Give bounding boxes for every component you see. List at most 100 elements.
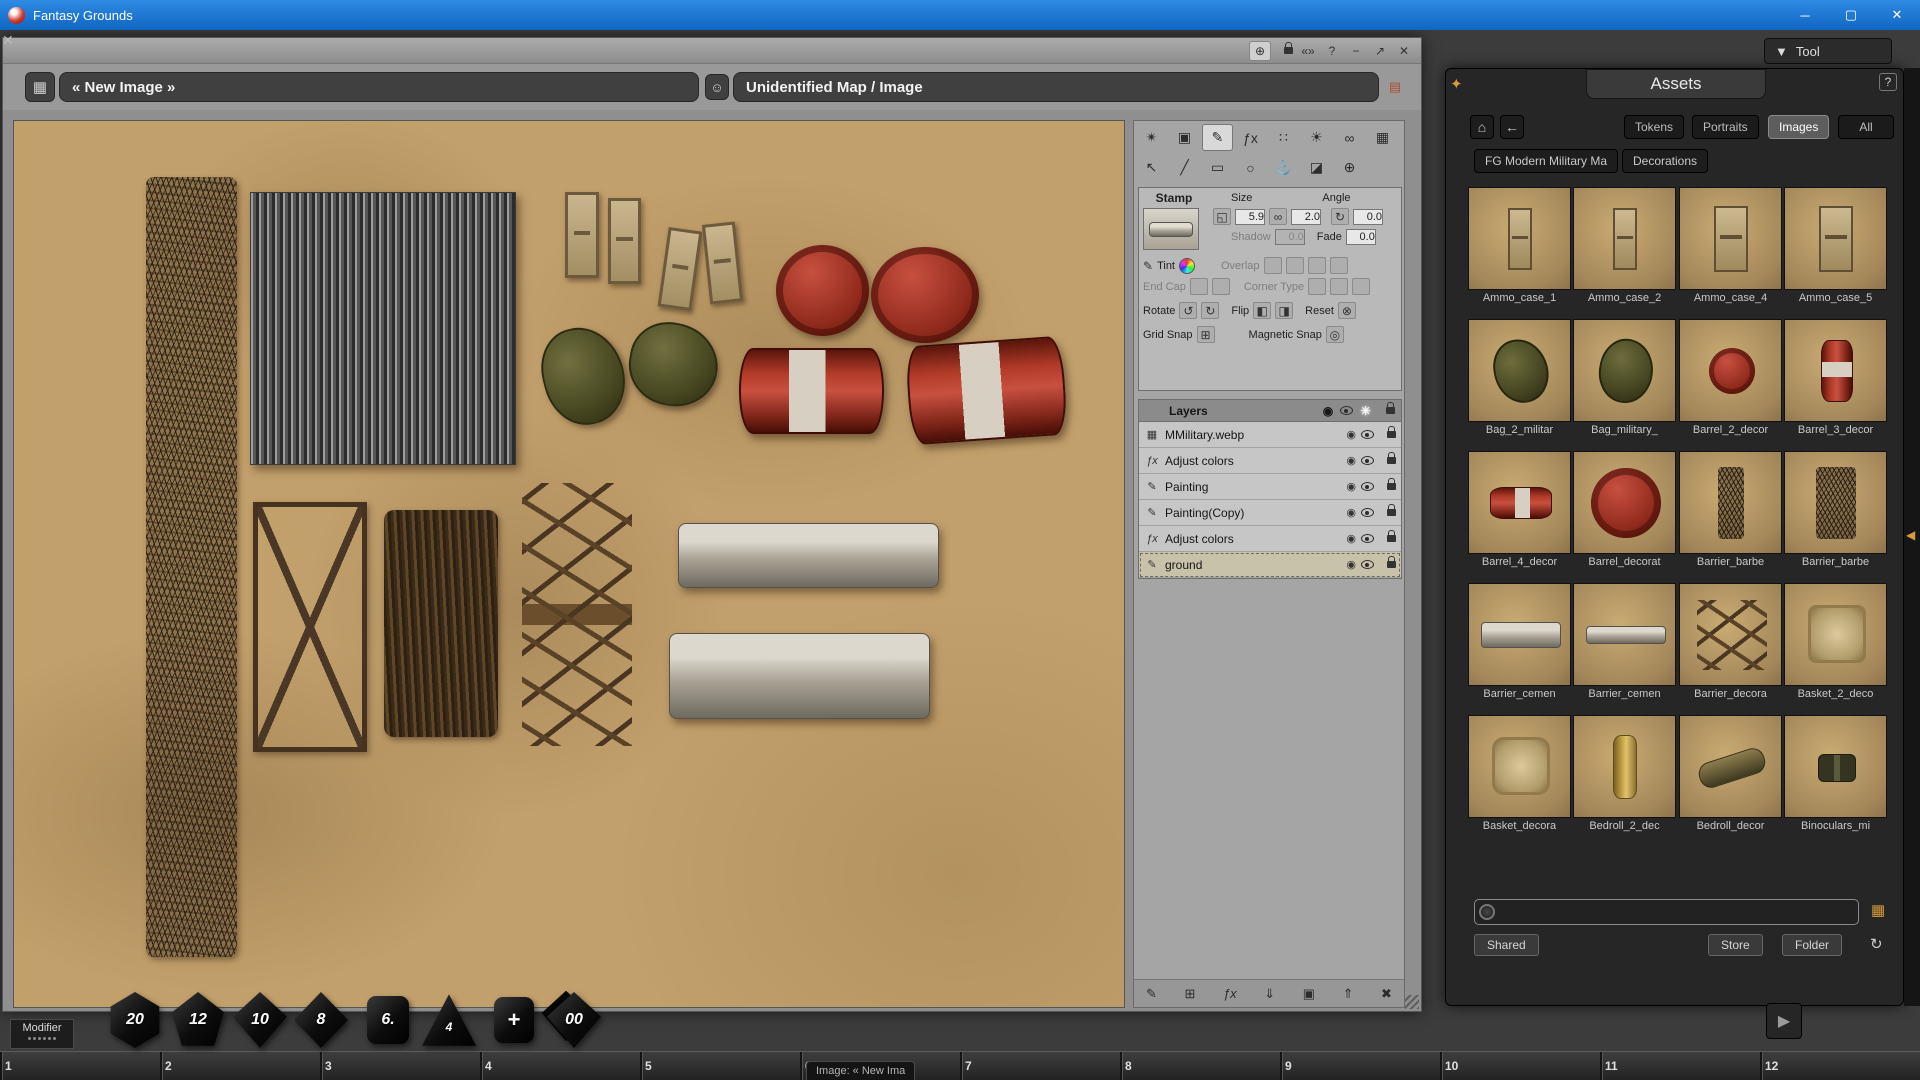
hotkey-slot[interactable]: 9 — [1280, 1052, 1440, 1080]
lock-icon[interactable] — [1387, 561, 1396, 568]
lock-icon[interactable] — [1387, 483, 1396, 490]
fade-input[interactable] — [1346, 229, 1376, 245]
map-stamp-barrel-side[interactable] — [905, 336, 1069, 446]
asset-tile[interactable]: Bedroll_decor — [1679, 715, 1782, 844]
tab-all[interactable]: All — [1838, 115, 1894, 139]
window-resize-icon[interactable]: ↗ — [1369, 41, 1391, 61]
panels-icon[interactable]: ▤ — [1385, 78, 1405, 96]
eye-icon[interactable] — [1361, 456, 1374, 465]
hotkey-slot[interactable]: 11 — [1600, 1052, 1760, 1080]
asset-tile[interactable]: Binoculars_mi — [1784, 715, 1887, 844]
effects-tool-icon[interactable]: ƒx — [1235, 124, 1266, 151]
pointer-tool-icon[interactable]: ↖ — [1136, 154, 1167, 181]
hotkey-slot[interactable]: 1 — [0, 1052, 160, 1080]
asset-tile[interactable]: Barrier_cemen — [1573, 583, 1676, 712]
layer-row-adjust-colors[interactable]: ƒx Adjust colors ◉ — [1139, 448, 1401, 474]
asset-tile[interactable]: Barrel_4_decor — [1468, 451, 1571, 580]
breadcrumb-module[interactable]: FG Modern Military Ma — [1474, 149, 1618, 173]
asset-search-input[interactable] — [1474, 899, 1859, 925]
add-paint-layer-icon[interactable]: ✎ — [1146, 986, 1157, 1002]
grid-view-icon[interactable]: ▦ — [1871, 901, 1885, 919]
window-minimize-icon[interactable]: − — [1345, 41, 1367, 61]
eraser-tool-icon[interactable]: ◪ — [1301, 154, 1332, 181]
d8-die[interactable]: 8 — [294, 992, 348, 1048]
map-stamp-barrel-top[interactable] — [776, 245, 869, 336]
image-category-field[interactable]: Unidentified Map / Image — [733, 72, 1379, 102]
asset-tile[interactable]: Barrier_barbe — [1679, 451, 1782, 580]
chat-advance-button[interactable]: ▶ — [1766, 1003, 1802, 1039]
shortcuts-icon[interactable]: «» — [1297, 41, 1319, 61]
asset-tile[interactable]: Ammo_case_1 — [1468, 187, 1571, 316]
paint-tool-icon[interactable]: ✎ — [1202, 124, 1233, 151]
eye-icon[interactable] — [1361, 560, 1374, 569]
corner-close-icon[interactable]: ✕ — [2, 32, 14, 49]
mask-toggle-icon[interactable]: ☺ — [705, 74, 729, 100]
hotkey-slot[interactable]: 4 — [480, 1052, 640, 1080]
map-stamp-wicker-barrier[interactable] — [384, 510, 498, 737]
map-stamp-ammo-crate[interactable] — [702, 221, 743, 304]
collapse-arrow-icon[interactable]: ◀ — [1906, 528, 1915, 542]
folder-button[interactable]: Folder — [1782, 934, 1842, 956]
map-stamp-duffel-bag[interactable] — [622, 316, 724, 413]
export-layer-icon[interactable]: ⇑ — [1343, 986, 1354, 1002]
asset-tile[interactable]: Ammo_case_4 — [1679, 187, 1782, 316]
modifier-box[interactable]: Modifier — [10, 1019, 74, 1049]
tab-portraits[interactable]: Portraits — [1692, 115, 1759, 139]
map-stamp-knife-rest[interactable] — [253, 502, 367, 752]
asset-tile[interactable]: Barrier_cemen — [1468, 583, 1571, 712]
asset-tile[interactable]: Barrier_barbe — [1784, 451, 1887, 580]
d10-die[interactable]: 10 — [233, 992, 287, 1048]
pin-burst-icon[interactable]: ✦ — [1450, 75, 1463, 93]
map-stamp-cheval-de-frise[interactable] — [522, 483, 632, 746]
player-vision-icon[interactable]: ◉ — [1346, 454, 1356, 467]
delete-layer-icon[interactable]: ✖ — [1381, 986, 1392, 1002]
reset-icon[interactable]: ⊗ — [1338, 302, 1356, 319]
rectangle-tool-icon[interactable]: ▭ — [1202, 154, 1233, 181]
hotkey-slot[interactable]: 7 — [960, 1052, 1120, 1080]
window-close-icon[interactable]: ✕ — [1393, 41, 1415, 61]
hotkey-slot[interactable]: 2 — [160, 1052, 320, 1080]
line-tool-icon[interactable]: ╱ — [1169, 154, 1200, 181]
asset-tile[interactable]: Bedroll_2_dec — [1573, 715, 1676, 844]
player-vision-icon[interactable]: ◉ — [1346, 558, 1356, 571]
stamp-width-input[interactable] — [1235, 209, 1265, 225]
grid-snap-icon[interactable]: ⊞ — [1197, 326, 1215, 343]
import-layer-icon[interactable]: ⇓ — [1264, 986, 1275, 1002]
map-stamp-concrete-barrier[interactable] — [669, 633, 930, 719]
lock-icon[interactable] — [1387, 509, 1396, 516]
map-stamp-concrete-barrier[interactable] — [678, 523, 939, 588]
add-layer-group-icon[interactable]: ⊞ — [1184, 986, 1195, 1002]
asset-tile[interactable]: Ammo_case_5 — [1784, 187, 1887, 316]
map-stamp-ammo-crate[interactable] — [608, 198, 641, 284]
zoom-icon[interactable]: ⊕ — [1249, 41, 1271, 61]
scale-icon[interactable]: ◱ — [1213, 208, 1231, 225]
d12-die[interactable]: 12 — [171, 992, 225, 1048]
hotkey-slot[interactable]: 3 — [320, 1052, 480, 1080]
map-stamp-ammo-crate[interactable] — [565, 192, 599, 278]
asset-tile[interactable]: Bag_2_militar — [1468, 319, 1571, 448]
lock-icon[interactable] — [1273, 41, 1295, 61]
map-stamp-barrel-top[interactable] — [871, 247, 979, 343]
asset-tile[interactable]: Barrel_decorat — [1573, 451, 1676, 580]
player-vision-icon[interactable]: ◉ — [1346, 480, 1356, 493]
d100-die[interactable]: 00 — [547, 992, 601, 1048]
flip-horizontal-icon[interactable]: ◧ — [1253, 302, 1271, 319]
tint-color-wheel[interactable] — [1179, 258, 1195, 274]
pattern-tool-icon[interactable]: ∷ — [1268, 124, 1299, 151]
player-vision-icon[interactable]: ◉ — [1323, 404, 1333, 418]
asset-tile[interactable]: Basket_2_deco — [1784, 583, 1887, 712]
lighting-tool-icon[interactable]: ☀ — [1301, 124, 1332, 151]
breadcrumb-folder[interactable]: Decorations — [1622, 149, 1708, 173]
lock-icon[interactable] — [1387, 431, 1396, 438]
layer-row-painting[interactable]: ✎ Painting ◉ — [1139, 474, 1401, 500]
hotkey-slot[interactable]: 8 — [1120, 1052, 1280, 1080]
d20-die[interactable]: 20 — [108, 992, 162, 1048]
link-dimensions-icon[interactable]: ∞ — [1269, 208, 1287, 225]
select-tool-icon[interactable]: ▣ — [1169, 124, 1200, 151]
asset-tile[interactable]: Barrier_decora — [1679, 583, 1782, 712]
minimize-button[interactable]: ─ — [1782, 0, 1828, 30]
circle-tool-icon[interactable]: ○ — [1235, 154, 1266, 181]
help-icon[interactable]: ? — [1321, 41, 1343, 61]
eye-icon[interactable] — [1361, 508, 1374, 517]
maximize-button[interactable]: ▢ — [1828, 0, 1874, 30]
